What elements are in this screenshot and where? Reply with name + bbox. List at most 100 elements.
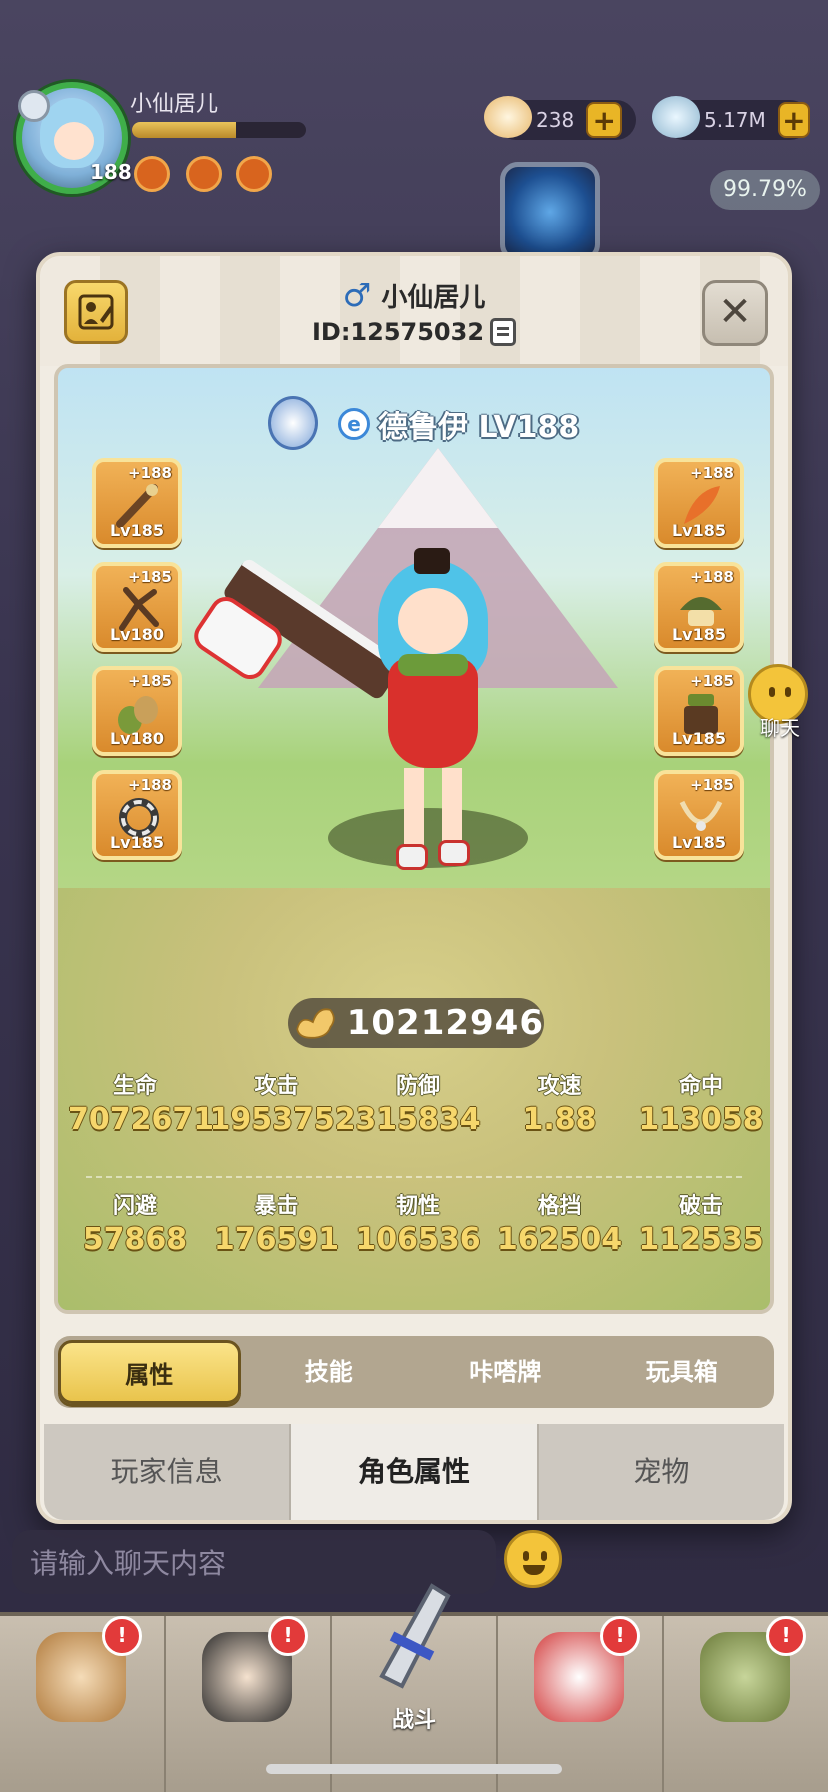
xp-bar-fill [132,122,237,138]
stat-label: 闪避 [112,1194,157,1219]
medal-icon[interactable] [236,156,272,192]
alert-icon: ! [102,1616,142,1656]
stats-row-2: 闪避 57868 暴击 176591 韧性 106536 格挡 162504 破击 112… [68,1188,768,1257]
battle-sword-icon [379,1583,451,1689]
bicep-icon [296,1008,335,1039]
item-level: Lv185 [671,833,727,852]
background-snowcap [378,448,498,528]
player-profile-modal: ✕ ♂ 小仙居儿 ID:12575032 e 德鲁伊 LV188 +188 Lv… [36,252,792,1524]
currency-gem: 5.17M + [652,96,810,140]
stat-value: 106536 [355,1222,481,1257]
xp-bar [132,122,306,138]
item-level: Lv180 [109,729,165,748]
alert-icon: ! [268,1616,308,1656]
player-id: ID:12575032 [311,318,485,346]
add-gem-button[interactable]: + [777,102,810,138]
profile-tab-bar: 玩家信息 角色属性 宠物 [44,1424,784,1520]
enhance-level: +185 [690,776,734,794]
character-collar [398,654,468,676]
home-indicator [266,1764,562,1774]
item-level: Lv185 [671,729,727,748]
medal-icon[interactable] [186,156,222,192]
emoji-eye [541,1551,547,1561]
tab-pets[interactable]: 宠物 [538,1424,784,1520]
profile-title: ♂ 小仙居儿 [40,276,788,314]
stat-value: 176591 [213,1222,340,1257]
equip-slot-ring[interactable]: +188 Lv185 [92,770,182,860]
hud-player-name: 小仙居儿 [130,92,219,117]
subtab-attributes[interactable]: 属性 [58,1340,241,1404]
stat-label: 攻击 [254,1074,299,1099]
nav-item-guild[interactable]: ! [664,1616,828,1792]
male-icon: ♂ [342,276,372,314]
stat-pierce: 破击 112535 [634,1188,768,1257]
emoji-eye [523,1551,529,1561]
player-level: 188 [90,160,132,184]
nav-item-caveman[interactable]: ! [0,1616,166,1792]
class-name-level: 德鲁伊 LV188 [378,410,580,445]
stat-block: 格挡 162504 [493,1188,627,1257]
equip-slot-necklace[interactable]: +185 Lv185 [654,770,744,860]
enhance-level: +188 [128,776,172,794]
stat-value: 315834 [355,1102,481,1137]
combat-power-value: 10212946 [346,1003,544,1043]
stat-value: 1.88 [522,1102,597,1137]
tab-character-attributes[interactable]: 角色属性 [291,1424,539,1520]
equip-slot-weapon[interactable]: +188 Lv185 [92,458,182,548]
shell-icon [484,96,532,138]
character-shoe [396,844,428,870]
equip-slot-helmet[interactable]: +188 Lv185 [654,562,744,652]
battle-label: 战斗 [391,1708,436,1733]
character-hat [414,548,450,574]
copy-id-icon[interactable] [490,318,517,346]
stat-value: 162504 [496,1222,623,1257]
subtab-cards[interactable]: 咔嗒牌 [417,1340,594,1404]
class-badge-icon [18,90,50,122]
equip-slot-accessory[interactable]: +188 Lv185 [654,458,744,548]
combat-power: 10212946 [288,998,544,1048]
stat-label: 命中 [678,1074,723,1099]
emoji-mouth [523,1565,545,1575]
alert-icon: ! [766,1616,806,1656]
stat-label: 破击 [678,1194,723,1219]
subtab-skills[interactable]: 技能 [241,1340,418,1404]
stat-value: 112535 [638,1222,764,1257]
stat-value: 113058 [638,1102,764,1137]
stats-divider [86,1176,742,1178]
equip-slot-armor[interactable]: +185 Lv185 [654,666,744,756]
equip-slot-offhand[interactable]: +185 Lv180 [92,562,182,652]
medal-icon[interactable] [134,156,170,192]
class-emblem-icon [268,396,318,450]
tab-player-info[interactable]: 玩家信息 [44,1424,292,1520]
stat-label: 生命 [112,1074,157,1099]
alert-icon: ! [600,1616,640,1656]
progress-percent: 99.79% [710,170,820,210]
emoji-eye [769,687,775,697]
equip-slot-bracer[interactable]: +185 Lv180 [92,666,182,756]
stat-value: 7072671 [68,1102,215,1137]
emoji-button[interactable] [504,1530,562,1588]
item-level: Lv185 [109,521,165,540]
stat-toughness: 韧性 106536 [351,1188,485,1257]
currency-shell: 238 + [484,96,636,140]
item-level: Lv185 [671,625,727,644]
avatar-face [54,122,94,160]
portal-icon[interactable] [500,162,600,262]
chat-label[interactable]: 聊天 [760,712,800,741]
druid-icon: e [338,408,370,440]
stat-label: 格挡 [537,1194,582,1219]
character-leg [442,768,462,848]
emoji-eye [785,687,791,697]
subtab-toybox[interactable]: 玩具箱 [594,1340,771,1404]
stat-crit: 暴击 176591 [210,1188,344,1257]
item-level: Lv185 [671,521,727,540]
stat-attack-speed: 攻速 1.88 [493,1068,627,1137]
stat-label: 防御 [395,1074,440,1099]
stat-dodge: 闪避 57868 [68,1188,202,1257]
character-model[interactable] [368,548,498,878]
add-shell-button[interactable]: + [586,102,623,138]
stat-label: 暴击 [254,1194,299,1219]
enhance-level: +185 [128,672,172,690]
character-panel: e 德鲁伊 LV188 +188 Lv185 +185 Lv180 +185 L… [54,364,774,1314]
item-level: Lv185 [109,833,165,852]
